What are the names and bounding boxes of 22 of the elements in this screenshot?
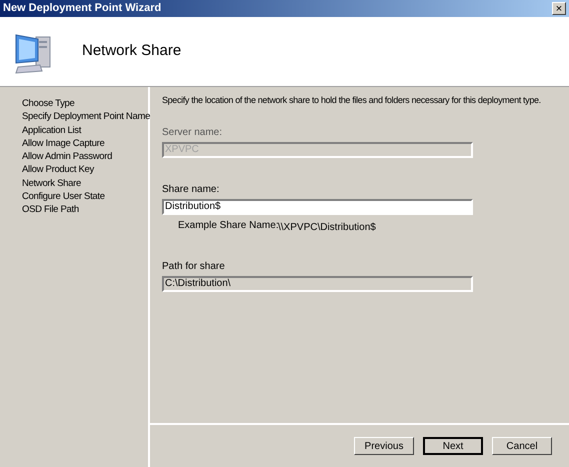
step-item: Application List — [22, 124, 82, 137]
instructions-text: Specify the location of the network share to hold the files and folders necessary for this deployment type. — [162, 94, 542, 107]
field-label: Path for share — [162, 260, 226, 274]
field-label: Share name: — [162, 182, 220, 196]
step-item: OSD File Path — [22, 203, 79, 217]
step-item: Allow Image Capture — [22, 136, 104, 150]
wizard-button[interactable]: Previous — [354, 437, 414, 455]
step-item: Network Share — [22, 176, 81, 190]
step-item: Specify Deployment Point Name — [22, 110, 150, 124]
step-item: Choose Type — [22, 97, 75, 110]
step-item: Allow Admin Password — [22, 150, 112, 164]
text-field[interactable]: Distribution$ — [162, 198, 473, 214]
wizard-button[interactable]: Next — [423, 437, 483, 455]
close-button[interactable]: × — [552, 2, 566, 15]
step-item: Allow Product Key — [22, 163, 94, 177]
step-item: Configure User State — [22, 190, 105, 204]
field-label: Server name: — [162, 126, 224, 140]
page-heading: Network Share — [82, 41, 182, 62]
example-label: Example Share Name: — [178, 218, 278, 230]
wizard-button[interactable]: Cancel — [492, 437, 552, 455]
example-value: \\XPVPC\Distribution$ — [278, 220, 376, 234]
window-title: New Deployment Point Wizard — [3, 1, 162, 16]
